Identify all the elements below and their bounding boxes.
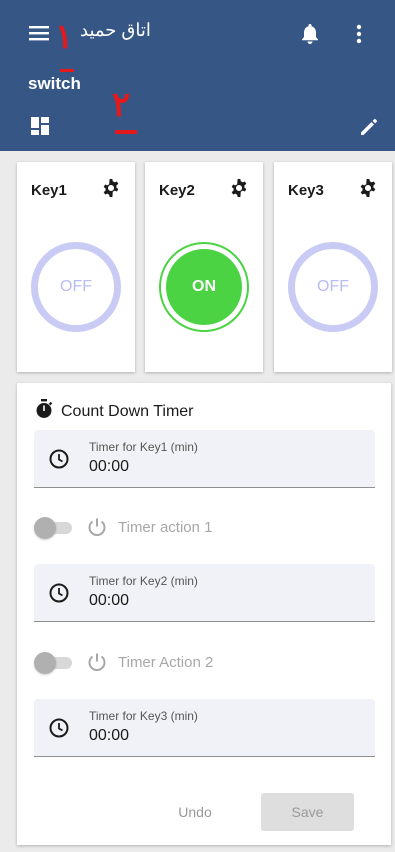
field-value: 00:00 — [89, 458, 130, 475]
more-vert-icon[interactable] — [352, 23, 366, 45]
timer-action-1-row: Timer action 1 — [34, 514, 212, 540]
field-label: Timer for Key1 (min) — [89, 440, 198, 454]
dashboard-icon[interactable] — [30, 116, 50, 136]
timer-action-1-label: Timer action 1 — [118, 518, 213, 536]
field-label: Timer for Key3 (min) — [89, 709, 198, 723]
annotation-underline-1 — [60, 69, 74, 72]
timer-action-2-row: Timer Action 2 — [34, 649, 213, 675]
edit-icon[interactable] — [358, 116, 380, 138]
countdown-timer-card: Count Down Timer Timer for Key1 (min) 00… — [17, 383, 391, 845]
key-state-label: ON — [192, 278, 216, 295]
key-2-toggle-button[interactable]: ON — [159, 242, 249, 332]
key-card-3: Key3 OFF — [274, 162, 392, 372]
on-indicator: ON — [166, 249, 242, 325]
key-1-toggle-button[interactable]: OFF — [31, 242, 121, 332]
power-icon — [86, 516, 108, 538]
gear-icon[interactable] — [229, 178, 249, 198]
clock-icon — [48, 717, 70, 739]
clock-icon — [48, 582, 70, 604]
key-title: Key2 — [159, 182, 195, 199]
key-3-toggle-button[interactable]: OFF — [288, 242, 378, 332]
annotation-number-1: ۱ — [55, 18, 74, 56]
field-value: 00:00 — [89, 727, 130, 744]
key-state-label: OFF — [60, 278, 92, 295]
timer-title: Count Down Timer — [61, 402, 194, 420]
key-state-label: OFF — [317, 278, 349, 295]
device-type-label: switch — [28, 74, 81, 93]
menu-icon[interactable] — [28, 24, 50, 42]
room-title: اتاق حمید — [80, 20, 151, 40]
timer-key2-field[interactable]: Timer for Key2 (min) 00:00 — [34, 564, 375, 622]
stopwatch-icon — [35, 399, 53, 424]
key-card-1: Key1 OFF — [17, 162, 135, 372]
timer-action-1-switch[interactable] — [34, 517, 72, 539]
key-card-2: Key2 ON — [145, 162, 263, 372]
timer-header: Count Down Timer — [35, 399, 194, 424]
timer-key1-field[interactable]: Timer for Key1 (min) 00:00 — [34, 430, 375, 488]
timer-action-2-switch[interactable] — [34, 652, 72, 674]
annotation-underline-2 — [115, 130, 137, 134]
timer-key3-field[interactable]: Timer for Key3 (min) 00:00 — [34, 699, 375, 757]
save-button[interactable]: Save — [261, 793, 354, 831]
app-header: ۱ اتاق حمید switch ۲ — [0, 0, 395, 151]
field-value: 00:00 — [89, 592, 130, 609]
gear-icon[interactable] — [101, 178, 121, 198]
field-label: Timer for Key2 (min) — [89, 574, 198, 588]
power-icon — [86, 651, 108, 673]
bell-icon[interactable] — [300, 23, 320, 45]
key-title: Key3 — [288, 182, 324, 199]
timer-action-2-label: Timer Action 2 — [118, 653, 214, 671]
annotation-number-2: ۲ — [112, 86, 131, 124]
key-title: Key1 — [31, 182, 67, 199]
clock-icon — [48, 448, 70, 470]
gear-icon[interactable] — [358, 178, 378, 198]
undo-button[interactable]: Undo — [165, 796, 225, 828]
